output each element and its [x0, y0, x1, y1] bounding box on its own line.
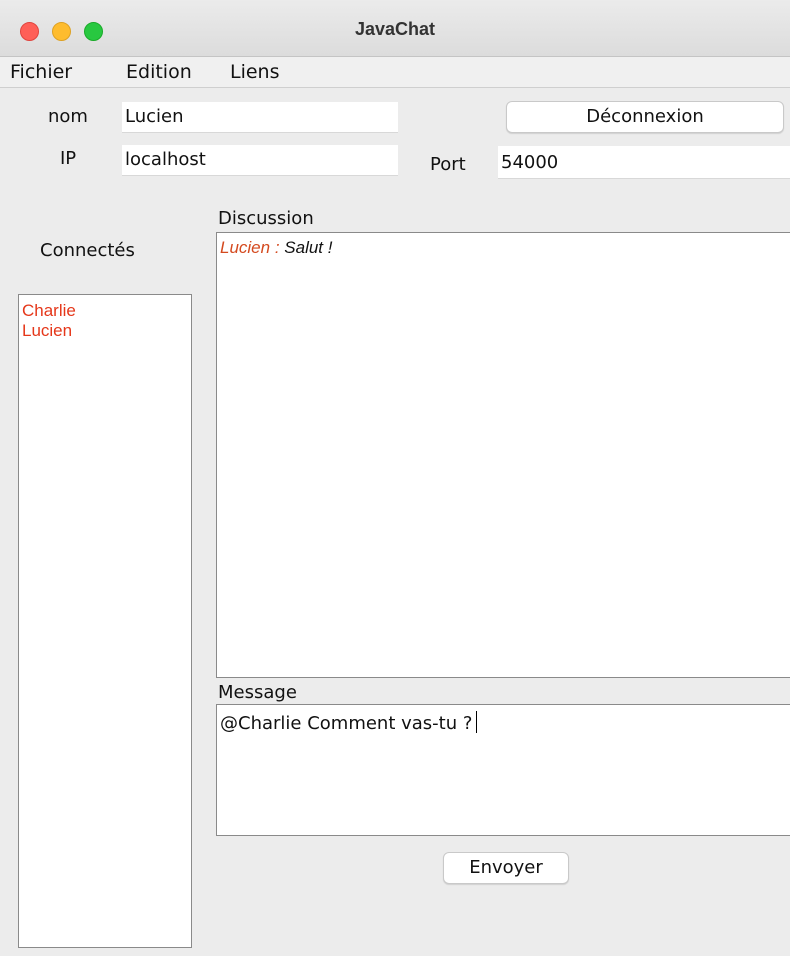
nom-field[interactable]: Lucien [122, 102, 398, 133]
list-item[interactable]: Charlie [19, 301, 191, 321]
discussion-area[interactable]: Lucien : Salut ! [216, 232, 790, 678]
ip-field[interactable]: localhost [122, 145, 398, 176]
discussion-title: Discussion [218, 208, 314, 229]
menu-fichier[interactable]: Fichier [10, 61, 72, 83]
message-author: Lucien : [220, 238, 280, 257]
port-field[interactable]: 54000 [498, 146, 790, 179]
message-input[interactable]: @Charlie Comment vas-tu ? [216, 704, 790, 836]
disconnect-button[interactable]: Déconnexion [506, 101, 784, 133]
chat-message: Lucien : Salut ! [217, 233, 790, 258]
port-label: Port [430, 154, 466, 175]
menu-edition[interactable]: Edition [126, 61, 192, 83]
connected-title: Connectés [40, 240, 135, 261]
window-title: JavaChat [354, 19, 436, 39]
menu-liens[interactable]: Liens [230, 61, 280, 83]
message-title: Message [218, 682, 297, 703]
send-button[interactable]: Envoyer [443, 852, 569, 884]
message-draft-text: @Charlie Comment vas-tu ? [220, 713, 473, 734]
message-text: Salut ! [284, 238, 333, 257]
message-draft-line: @Charlie Comment vas-tu ? [217, 705, 790, 734]
connected-users-list[interactable]: Charlie Lucien [18, 294, 192, 948]
menu-bar [0, 57, 790, 88]
text-caret [476, 711, 478, 733]
list-item[interactable]: Lucien [19, 321, 191, 341]
ip-label: IP [60, 148, 77, 169]
nom-label: nom [48, 106, 88, 127]
